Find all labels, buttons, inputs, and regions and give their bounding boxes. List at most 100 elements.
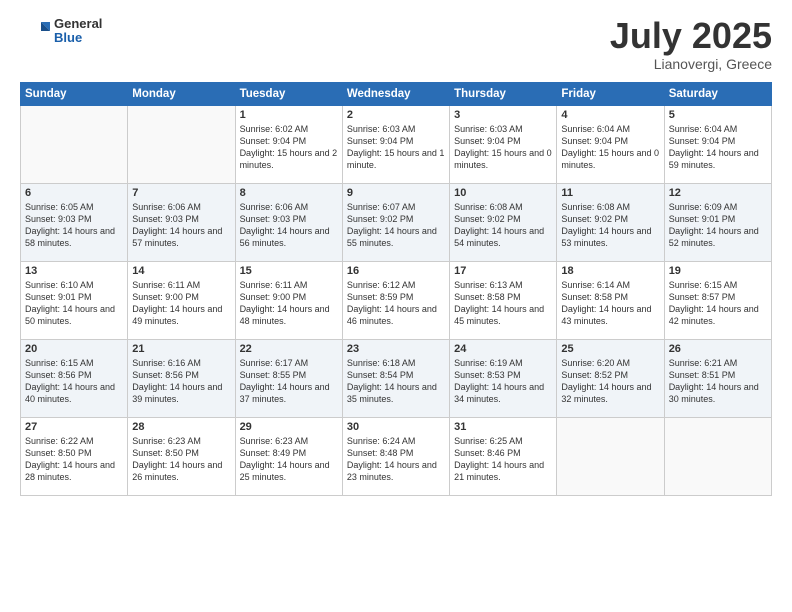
day-number: 29 [240,421,338,433]
day-number: 19 [669,265,767,277]
calendar-day-cell: 26 Sunrise: 6:21 AM Sunset: 8:51 PM Dayli… [664,339,771,417]
weekday-header: Monday [128,82,235,105]
day-content: Sunrise: 6:24 AM Sunset: 8:48 PM Dayligh… [347,435,445,484]
calendar-day-cell: 1 Sunrise: 6:02 AM Sunset: 9:04 PM Daylig… [235,105,342,183]
day-number: 14 [132,265,230,277]
day-number: 31 [454,421,552,433]
day-number: 9 [347,187,445,199]
day-content: Sunrise: 6:16 AM Sunset: 8:56 PM Dayligh… [132,357,230,406]
day-content: Sunrise: 6:20 AM Sunset: 8:52 PM Dayligh… [561,357,659,406]
day-number: 13 [25,265,123,277]
month-title: July 2025 [610,16,772,56]
day-content: Sunrise: 6:22 AM Sunset: 8:50 PM Dayligh… [25,435,123,484]
calendar-day-cell: 31 Sunrise: 6:25 AM Sunset: 8:46 PM Dayli… [450,417,557,495]
calendar-day-cell: 10 Sunrise: 6:08 AM Sunset: 9:02 PM Dayli… [450,183,557,261]
day-content: Sunrise: 6:17 AM Sunset: 8:55 PM Dayligh… [240,357,338,406]
calendar-day-cell: 19 Sunrise: 6:15 AM Sunset: 8:57 PM Dayli… [664,261,771,339]
calendar-week-row: 20 Sunrise: 6:15 AM Sunset: 8:56 PM Dayli… [21,339,772,417]
calendar-day-cell: 15 Sunrise: 6:11 AM Sunset: 9:00 PM Dayli… [235,261,342,339]
day-number: 22 [240,343,338,355]
calendar-day-cell: 13 Sunrise: 6:10 AM Sunset: 9:01 PM Dayli… [21,261,128,339]
logo-icon [20,16,50,46]
weekday-header: Wednesday [342,82,449,105]
calendar-day-cell: 22 Sunrise: 6:17 AM Sunset: 8:55 PM Dayli… [235,339,342,417]
logo: General Blue [20,16,102,46]
calendar-day-cell: 5 Sunrise: 6:04 AM Sunset: 9:04 PM Daylig… [664,105,771,183]
day-number: 8 [240,187,338,199]
day-number: 25 [561,343,659,355]
day-content: Sunrise: 6:21 AM Sunset: 8:51 PM Dayligh… [669,357,767,406]
day-number: 1 [240,109,338,121]
calendar-empty-cell [128,105,235,183]
calendar-day-cell: 17Sunrise: 6:13 AM Sunset: 8:58 PM Dayli… [450,261,557,339]
weekday-header: Friday [557,82,664,105]
day-content: Sunrise: 6:11 AM Sunset: 9:00 PM Dayligh… [132,279,230,328]
logo-text: General Blue [54,17,102,46]
calendar-day-cell: 7Sunrise: 6:06 AM Sunset: 9:03 PM Daylig… [128,183,235,261]
weekday-row: SundayMondayTuesdayWednesdayThursdayFrid… [21,82,772,105]
day-content: Sunrise: 6:14 AM Sunset: 8:58 PM Dayligh… [561,279,659,328]
calendar-day-cell: 25 Sunrise: 6:20 AM Sunset: 8:52 PM Dayli… [557,339,664,417]
day-number: 21 [132,343,230,355]
day-number: 30 [347,421,445,433]
calendar-week-row: 27 Sunrise: 6:22 AM Sunset: 8:50 PM Dayli… [21,417,772,495]
day-number: 15 [240,265,338,277]
calendar-day-cell: 2Sunrise: 6:03 AM Sunset: 9:04 PM Daylig… [342,105,449,183]
day-number: 17 [454,265,552,277]
calendar-day-cell: 29Sunrise: 6:23 AM Sunset: 8:49 PM Dayli… [235,417,342,495]
day-content: Sunrise: 6:18 AM Sunset: 8:54 PM Dayligh… [347,357,445,406]
day-content: Sunrise: 6:02 AM Sunset: 9:04 PM Dayligh… [240,123,338,172]
calendar-day-cell: 16Sunrise: 6:12 AM Sunset: 8:59 PM Dayli… [342,261,449,339]
calendar-day-cell: 27 Sunrise: 6:22 AM Sunset: 8:50 PM Dayli… [21,417,128,495]
day-number: 4 [561,109,659,121]
location: Lianovergi, Greece [610,56,772,72]
day-content: Sunrise: 6:23 AM Sunset: 8:50 PM Dayligh… [132,435,230,484]
title-block: July 2025 Lianovergi, Greece [610,16,772,72]
calendar-day-cell: 28 Sunrise: 6:23 AM Sunset: 8:50 PM Dayli… [128,417,235,495]
calendar-day-cell: 23Sunrise: 6:18 AM Sunset: 8:54 PM Dayli… [342,339,449,417]
day-number: 16 [347,265,445,277]
calendar-day-cell: 12 Sunrise: 6:09 AM Sunset: 9:01 PM Dayli… [664,183,771,261]
day-number: 6 [25,187,123,199]
calendar-day-cell: 20 Sunrise: 6:15 AM Sunset: 8:56 PM Dayli… [21,339,128,417]
day-number: 2 [347,109,445,121]
calendar-empty-cell [557,417,664,495]
calendar-day-cell: 14 Sunrise: 6:11 AM Sunset: 9:00 PM Dayli… [128,261,235,339]
day-content: Sunrise: 6:07 AM Sunset: 9:02 PM Dayligh… [347,201,445,250]
calendar-day-cell: 6Sunrise: 6:05 AM Sunset: 9:03 PM Daylig… [21,183,128,261]
weekday-header: Sunday [21,82,128,105]
day-content: Sunrise: 6:09 AM Sunset: 9:01 PM Dayligh… [669,201,767,250]
day-content: Sunrise: 6:11 AM Sunset: 9:00 PM Dayligh… [240,279,338,328]
day-content: Sunrise: 6:04 AM Sunset: 9:04 PM Dayligh… [561,123,659,172]
calendar-day-cell: 11 Sunrise: 6:08 AM Sunset: 9:02 PM Dayli… [557,183,664,261]
day-number: 3 [454,109,552,121]
day-content: Sunrise: 6:10 AM Sunset: 9:01 PM Dayligh… [25,279,123,328]
calendar-day-cell: 30 Sunrise: 6:24 AM Sunset: 8:48 PM Dayli… [342,417,449,495]
calendar-day-cell: 18Sunrise: 6:14 AM Sunset: 8:58 PM Dayli… [557,261,664,339]
day-number: 20 [25,343,123,355]
calendar-week-row: 6Sunrise: 6:05 AM Sunset: 9:03 PM Daylig… [21,183,772,261]
calendar-day-cell: 24Sunrise: 6:19 AM Sunset: 8:53 PM Dayli… [450,339,557,417]
day-number: 11 [561,187,659,199]
day-content: Sunrise: 6:15 AM Sunset: 8:56 PM Dayligh… [25,357,123,406]
header: General Blue July 2025 Lianovergi, Greec… [20,16,772,72]
day-number: 26 [669,343,767,355]
day-number: 24 [454,343,552,355]
calendar-empty-cell [664,417,771,495]
day-number: 10 [454,187,552,199]
day-content: Sunrise: 6:15 AM Sunset: 8:57 PM Dayligh… [669,279,767,328]
calendar-header: SundayMondayTuesdayWednesdayThursdayFrid… [21,82,772,105]
day-number: 5 [669,109,767,121]
day-content: Sunrise: 6:08 AM Sunset: 9:02 PM Dayligh… [561,201,659,250]
logo-blue: Blue [54,31,102,45]
calendar-body: 1 Sunrise: 6:02 AM Sunset: 9:04 PM Daylig… [21,105,772,495]
day-content: Sunrise: 6:04 AM Sunset: 9:04 PM Dayligh… [669,123,767,172]
day-content: Sunrise: 6:08 AM Sunset: 9:02 PM Dayligh… [454,201,552,250]
calendar-week-row: 13 Sunrise: 6:10 AM Sunset: 9:01 PM Dayli… [21,261,772,339]
calendar-week-row: 1 Sunrise: 6:02 AM Sunset: 9:04 PM Daylig… [21,105,772,183]
weekday-header: Saturday [664,82,771,105]
day-number: 28 [132,421,230,433]
day-number: 27 [25,421,123,433]
day-number: 12 [669,187,767,199]
day-content: Sunrise: 6:25 AM Sunset: 8:46 PM Dayligh… [454,435,552,484]
